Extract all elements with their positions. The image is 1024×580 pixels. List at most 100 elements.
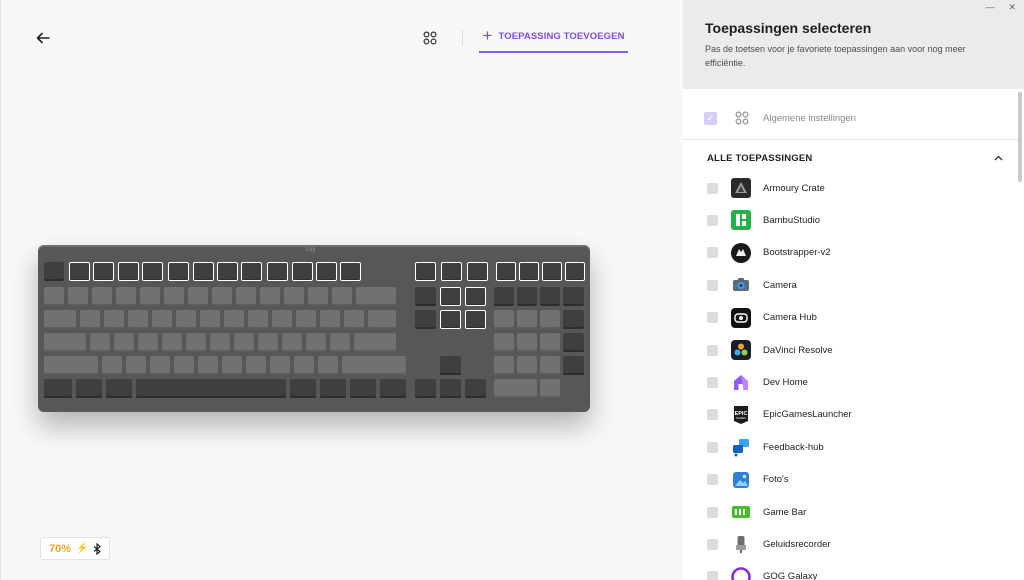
general-settings-checkbox[interactable]: ✓ <box>704 111 717 125</box>
keyboard-key <box>272 310 292 329</box>
keyboard-key <box>106 379 132 398</box>
keyboard-key <box>200 310 220 329</box>
keyboard-key <box>270 356 290 375</box>
add-application-tab[interactable]: + TOEPASSING TOEVOEGEN <box>479 22 628 53</box>
divider <box>683 139 1018 140</box>
bootstrapper-icon <box>731 242 751 263</box>
app-checkbox[interactable] <box>707 214 718 226</box>
list-item-gog-galaxy[interactable]: GOG Galaxy <box>683 561 1018 580</box>
list-item-armoury-crate[interactable]: Armoury Crate <box>683 172 1018 204</box>
keyboard-key <box>494 333 514 352</box>
list-item-camera-hub[interactable]: Camera Hub <box>683 302 1018 334</box>
keyboard-key <box>69 262 90 281</box>
apps-grid-icon <box>423 31 437 45</box>
keyboard-key <box>290 379 316 398</box>
keyboard-key <box>150 356 170 375</box>
keyboard-key <box>80 310 100 329</box>
list-item-bootstrapper[interactable]: Bootstrapper-v2 <box>683 237 1018 269</box>
minimize-icon[interactable]: — <box>985 2 994 13</box>
app-label: Game Bar <box>763 506 807 518</box>
app-checkbox[interactable] <box>707 506 718 518</box>
keyboard-key <box>186 333 206 352</box>
app-label: BambuStudio <box>763 214 821 226</box>
sound-recorder-icon <box>731 534 751 554</box>
keyboard-key <box>308 287 328 306</box>
keyboard-key <box>192 262 214 281</box>
keyboard-key <box>318 356 338 375</box>
bambustudio-icon <box>731 210 751 231</box>
feedback-hub-icon <box>731 437 751 457</box>
keyboard-key <box>440 356 461 375</box>
keyboard-key <box>540 379 560 398</box>
panel-title: Toepassingen selecteren <box>705 20 872 36</box>
keyboard-key <box>465 287 486 306</box>
general-settings-row[interactable]: ✓ Algemene instellingen <box>683 100 1024 136</box>
app-checkbox[interactable] <box>707 441 718 453</box>
keyboard-key <box>68 287 88 306</box>
keyboard-key <box>138 333 158 352</box>
app-checkbox[interactable] <box>707 247 718 259</box>
app-checkbox[interactable] <box>707 474 718 486</box>
app-checkbox[interactable] <box>707 182 718 194</box>
keyboard-key <box>540 356 560 375</box>
keyboard-key <box>563 310 584 329</box>
app-checkbox[interactable] <box>707 279 718 291</box>
apps-button[interactable] <box>418 26 442 50</box>
panel-description: Pas de toetsen voor je favoriete toepass… <box>705 44 966 68</box>
keyboard-key <box>104 310 124 329</box>
keyboard-key <box>224 310 244 329</box>
list-item-epicgameslauncher[interactable]: EPIC GAMES EpicGamesLauncher <box>683 399 1018 431</box>
add-application-label: TOEPASSING TOEVOEGEN <box>498 31 625 42</box>
epic-games-icon: EPIC GAMES <box>731 405 751 425</box>
keyboard-key <box>198 356 218 375</box>
keyboard-key <box>176 310 196 329</box>
camera-hub-icon <box>731 307 751 328</box>
app-label: Geluidsrecorder <box>763 538 831 550</box>
keyboard-key <box>368 310 396 329</box>
keyboard-key <box>440 379 461 398</box>
keyboard-key <box>212 287 232 306</box>
list-item-sound-recorder[interactable]: Geluidsrecorder <box>683 528 1018 560</box>
list-item-davinci-resolve[interactable]: DaVinci Resolve <box>683 334 1018 366</box>
list-item-feedback-hub[interactable]: Feedback-hub <box>683 431 1018 463</box>
keyboard-key <box>494 379 537 398</box>
keyboard-key <box>241 262 263 281</box>
back-button[interactable] <box>31 26 55 50</box>
keyboard-key <box>246 356 266 375</box>
keyboard-key <box>342 356 406 375</box>
keyboard-key <box>565 262 585 281</box>
keyboard-key <box>284 287 304 306</box>
list-item-camera[interactable]: Camera <box>683 269 1018 301</box>
keyboard-key <box>356 287 396 306</box>
keyboard-key <box>340 262 362 281</box>
keyboard-key <box>44 333 86 352</box>
app-checkbox[interactable] <box>707 538 718 550</box>
keyboard-key <box>294 356 314 375</box>
list-item-bambustudio[interactable]: BambuStudio <box>683 204 1018 236</box>
plus-icon: + <box>482 26 493 45</box>
battery-percent: 70% <box>49 542 72 555</box>
app-checkbox[interactable] <box>707 409 718 421</box>
keyboard-key <box>102 356 122 375</box>
list-item-game-bar[interactable]: Game Bar <box>683 496 1018 528</box>
close-icon[interactable]: ✕ <box>1008 2 1016 13</box>
app-checkbox[interactable] <box>707 312 718 324</box>
app-label: Camera Hub <box>763 312 817 324</box>
keyboard-key <box>465 379 486 398</box>
collapse-button[interactable] <box>990 150 1006 166</box>
app-checkbox[interactable] <box>707 571 718 580</box>
keyboard-key <box>117 262 139 281</box>
keyboard-brand-logo: logi <box>306 247 316 253</box>
keyboard-key <box>494 310 514 329</box>
app-label: GOG Galaxy <box>763 571 818 580</box>
all-applications-header: ALLE TOEPASSINGEN <box>707 153 813 164</box>
keyboard-key <box>563 333 584 352</box>
keyboard-key <box>162 333 182 352</box>
list-item-dev-home[interactable]: Dev Home <box>683 366 1018 398</box>
keyboard-key <box>517 287 537 306</box>
list-item-photos[interactable]: Foto's <box>683 464 1018 496</box>
keyboard-key <box>140 287 160 306</box>
app-checkbox[interactable] <box>707 376 718 388</box>
app-label: Foto's <box>763 474 789 486</box>
app-checkbox[interactable] <box>707 344 718 356</box>
